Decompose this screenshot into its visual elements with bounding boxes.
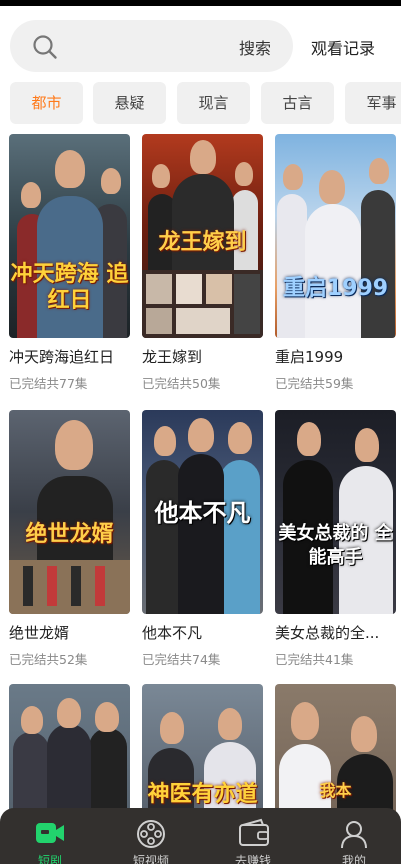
drama-poster[interactable]: 他本不凡 — [142, 410, 263, 614]
wallet-icon — [239, 818, 269, 846]
tab-quzhuanqian[interactable]: 去赚钱 — [208, 808, 298, 864]
drama-name: 美女总裁的全... — [275, 624, 380, 642]
poster-title: 重启1999 — [282, 276, 389, 301]
tab-label: 去赚钱 — [234, 854, 271, 864]
category-tab-junshi[interactable]: 军事 — [345, 82, 401, 124]
person-icon — [341, 821, 367, 849]
film-reel-icon — [137, 820, 165, 848]
drama-name: 重启1999 — [275, 348, 344, 366]
drama-name: 龙王嫁到 — [142, 348, 203, 366]
category-tabs: 都市 悬疑 现言 古言 军事 — [0, 82, 401, 124]
poster-title: 美女总裁的 全能高手 — [278, 523, 393, 568]
drama-poster[interactable]: 龙王嫁到 — [142, 134, 263, 338]
tab-label: 短视频 — [132, 854, 169, 864]
drama-card[interactable]: 龙王嫁到 龙王嫁到 已完结共50集 — [142, 134, 263, 392]
drama-card[interactable]: 他本不凡 他本不凡 已完结共74集 — [142, 410, 263, 668]
poster-title: 绝世龙婿 — [25, 522, 114, 547]
drama-card[interactable]: 重启1999 重启1999 已完结共59集 — [275, 134, 396, 392]
drama-poster[interactable]: 冲天跨海 追红日 — [9, 134, 130, 338]
drama-status: 已完结共50集 — [142, 376, 221, 391]
tab-duanshipin[interactable]: 短视频 — [106, 808, 196, 864]
poster-title: 神医有亦道 — [147, 782, 258, 807]
drama-status: 已完结共41集 — [275, 652, 354, 667]
tab-label: 短剧 — [37, 854, 62, 864]
category-tab-xuanyi[interactable]: 悬疑 — [93, 82, 166, 124]
drama-status: 已完结共74集 — [142, 652, 221, 667]
drama-name: 他本不凡 — [142, 624, 203, 642]
drama-poster[interactable]: 美女总裁的 全能高手 — [275, 410, 396, 614]
search-button[interactable]: 搜索 — [239, 35, 271, 59]
poster-title: 龙王嫁到 — [158, 230, 247, 255]
drama-card[interactable]: 冲天跨海 追红日 冲天跨海追红日 已完结共77集 — [9, 134, 130, 392]
drama-poster[interactable]: 绝世龙婿 — [9, 410, 130, 614]
poster-title: 冲天跨海 追红日 — [10, 262, 129, 313]
drama-name: 冲天跨海追红日 — [9, 348, 115, 366]
poster-title: 他本不凡 — [154, 499, 251, 527]
category-tab-guyan[interactable]: 古言 — [261, 82, 334, 124]
drama-status: 已完结共59集 — [275, 376, 354, 391]
drama-poster[interactable]: 重启1999 — [275, 134, 396, 338]
category-tab-dushi[interactable]: 都市 — [10, 82, 83, 124]
drama-card[interactable]: 绝世龙婿 绝世龙婿 已完结共52集 — [9, 410, 130, 668]
video-camera-icon — [36, 823, 64, 843]
drama-status: 已完结共52集 — [9, 652, 88, 667]
tab-duanju[interactable]: 短剧 — [5, 808, 95, 864]
status-bar — [0, 0, 401, 6]
header: 搜索 观看记录 — [0, 10, 401, 82]
tab-wode[interactable]: 我的 — [309, 808, 399, 864]
tab-label: 我的 — [341, 854, 366, 864]
watch-history-link[interactable]: 观看记录 — [311, 35, 375, 59]
category-tab-xianyan[interactable]: 现言 — [177, 82, 250, 124]
poster-title: 我本 — [319, 781, 352, 800]
drama-name: 绝世龙婿 — [9, 624, 70, 642]
bottom-tab-bar: 短剧 短视频 去赚钱 我的 — [0, 808, 401, 864]
search-bar[interactable]: 搜索 — [10, 20, 293, 72]
drama-card[interactable]: 美女总裁的 全能高手 美女总裁的全... 已完结共41集 — [275, 410, 396, 668]
search-icon — [33, 35, 57, 59]
drama-status: 已完结共77集 — [9, 376, 88, 391]
